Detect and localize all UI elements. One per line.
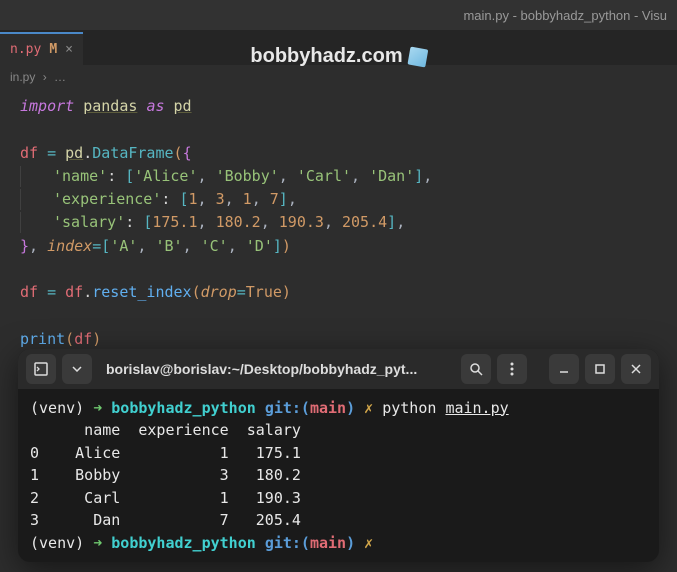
code-line-7: df = df.reset_index(drop=True) bbox=[20, 281, 657, 304]
minimize-icon bbox=[558, 363, 570, 375]
window-title: main.py - bobbyhadz_python - Visu bbox=[463, 8, 667, 23]
modified-indicator: M bbox=[49, 42, 57, 57]
chevron-right-icon: › bbox=[43, 70, 47, 84]
tab-filename: n.py bbox=[10, 42, 41, 57]
code-line-blank bbox=[20, 118, 657, 141]
close-icon[interactable]: × bbox=[65, 42, 73, 57]
minimize-button[interactable] bbox=[549, 354, 579, 384]
code-line-1: import pandas as pd bbox=[20, 95, 657, 118]
output-row-2: 2 Carl 1 190.3 bbox=[30, 487, 647, 510]
tab-main-py[interactable]: n.py M × bbox=[0, 32, 83, 65]
terminal-title: borislav@borislav:~/Desktop/bobbyhadz_py… bbox=[98, 361, 455, 377]
watermark: bobbyhadz.com bbox=[250, 45, 426, 68]
output-row-3: 3 Dan 7 205.4 bbox=[30, 509, 647, 532]
close-button[interactable] bbox=[621, 354, 651, 384]
output-header: name experience salary bbox=[30, 419, 647, 442]
terminal-icon bbox=[34, 362, 48, 376]
search-icon bbox=[469, 362, 483, 376]
code-line-blank bbox=[20, 258, 657, 281]
chevron-down-icon bbox=[72, 366, 82, 372]
terminal-header: borislav@borislav:~/Desktop/bobbyhadz_py… bbox=[18, 349, 659, 389]
output-row-1: 1 Bobby 3 180.2 bbox=[30, 464, 647, 487]
code-line-8: print(df) bbox=[20, 328, 657, 351]
code-line-4: 'experience': [1, 3, 1, 7], bbox=[20, 188, 657, 211]
output-row-0: 0 Alice 1 175.1 bbox=[30, 442, 647, 465]
maximize-icon bbox=[594, 363, 606, 375]
terminal-window: borislav@borislav:~/Desktop/bobbyhadz_py… bbox=[18, 349, 659, 563]
code-line-5: 'salary': [175.1, 180.2, 190.3, 205.4], bbox=[20, 211, 657, 234]
prompt-line-1: (venv) ➜ bobbyhadz_python git:(main) ✗ p… bbox=[30, 397, 647, 420]
breadcrumb[interactable]: in.py › … bbox=[0, 65, 677, 89]
window-title-bar: main.py - bobbyhadz_python - Visu bbox=[0, 0, 677, 30]
prompt-line-2: (venv) ➜ bobbyhadz_python git:(main) ✗ bbox=[30, 532, 647, 555]
code-editor[interactable]: import pandas as pd df = pd.DataFrame({ … bbox=[0, 89, 677, 357]
code-line-blank bbox=[20, 304, 657, 327]
code-line-6: }, index=['A', 'B', 'C', 'D']) bbox=[20, 235, 657, 258]
menu-button[interactable] bbox=[497, 354, 527, 384]
breadcrumb-file: in.py bbox=[10, 70, 35, 84]
maximize-button[interactable] bbox=[585, 354, 615, 384]
code-line-2: df = pd.DataFrame({ bbox=[20, 142, 657, 165]
breadcrumb-rest: … bbox=[54, 70, 66, 84]
new-tab-button[interactable] bbox=[26, 354, 56, 384]
close-icon bbox=[630, 363, 642, 375]
code-line-3: 'name': ['Alice', 'Bobby', 'Carl', 'Dan'… bbox=[20, 165, 657, 188]
search-button[interactable] bbox=[461, 354, 491, 384]
kebab-icon bbox=[510, 362, 514, 376]
cube-icon bbox=[407, 46, 428, 67]
dropdown-button[interactable] bbox=[62, 354, 92, 384]
terminal-body[interactable]: (venv) ➜ bobbyhadz_python git:(main) ✗ p… bbox=[18, 389, 659, 563]
